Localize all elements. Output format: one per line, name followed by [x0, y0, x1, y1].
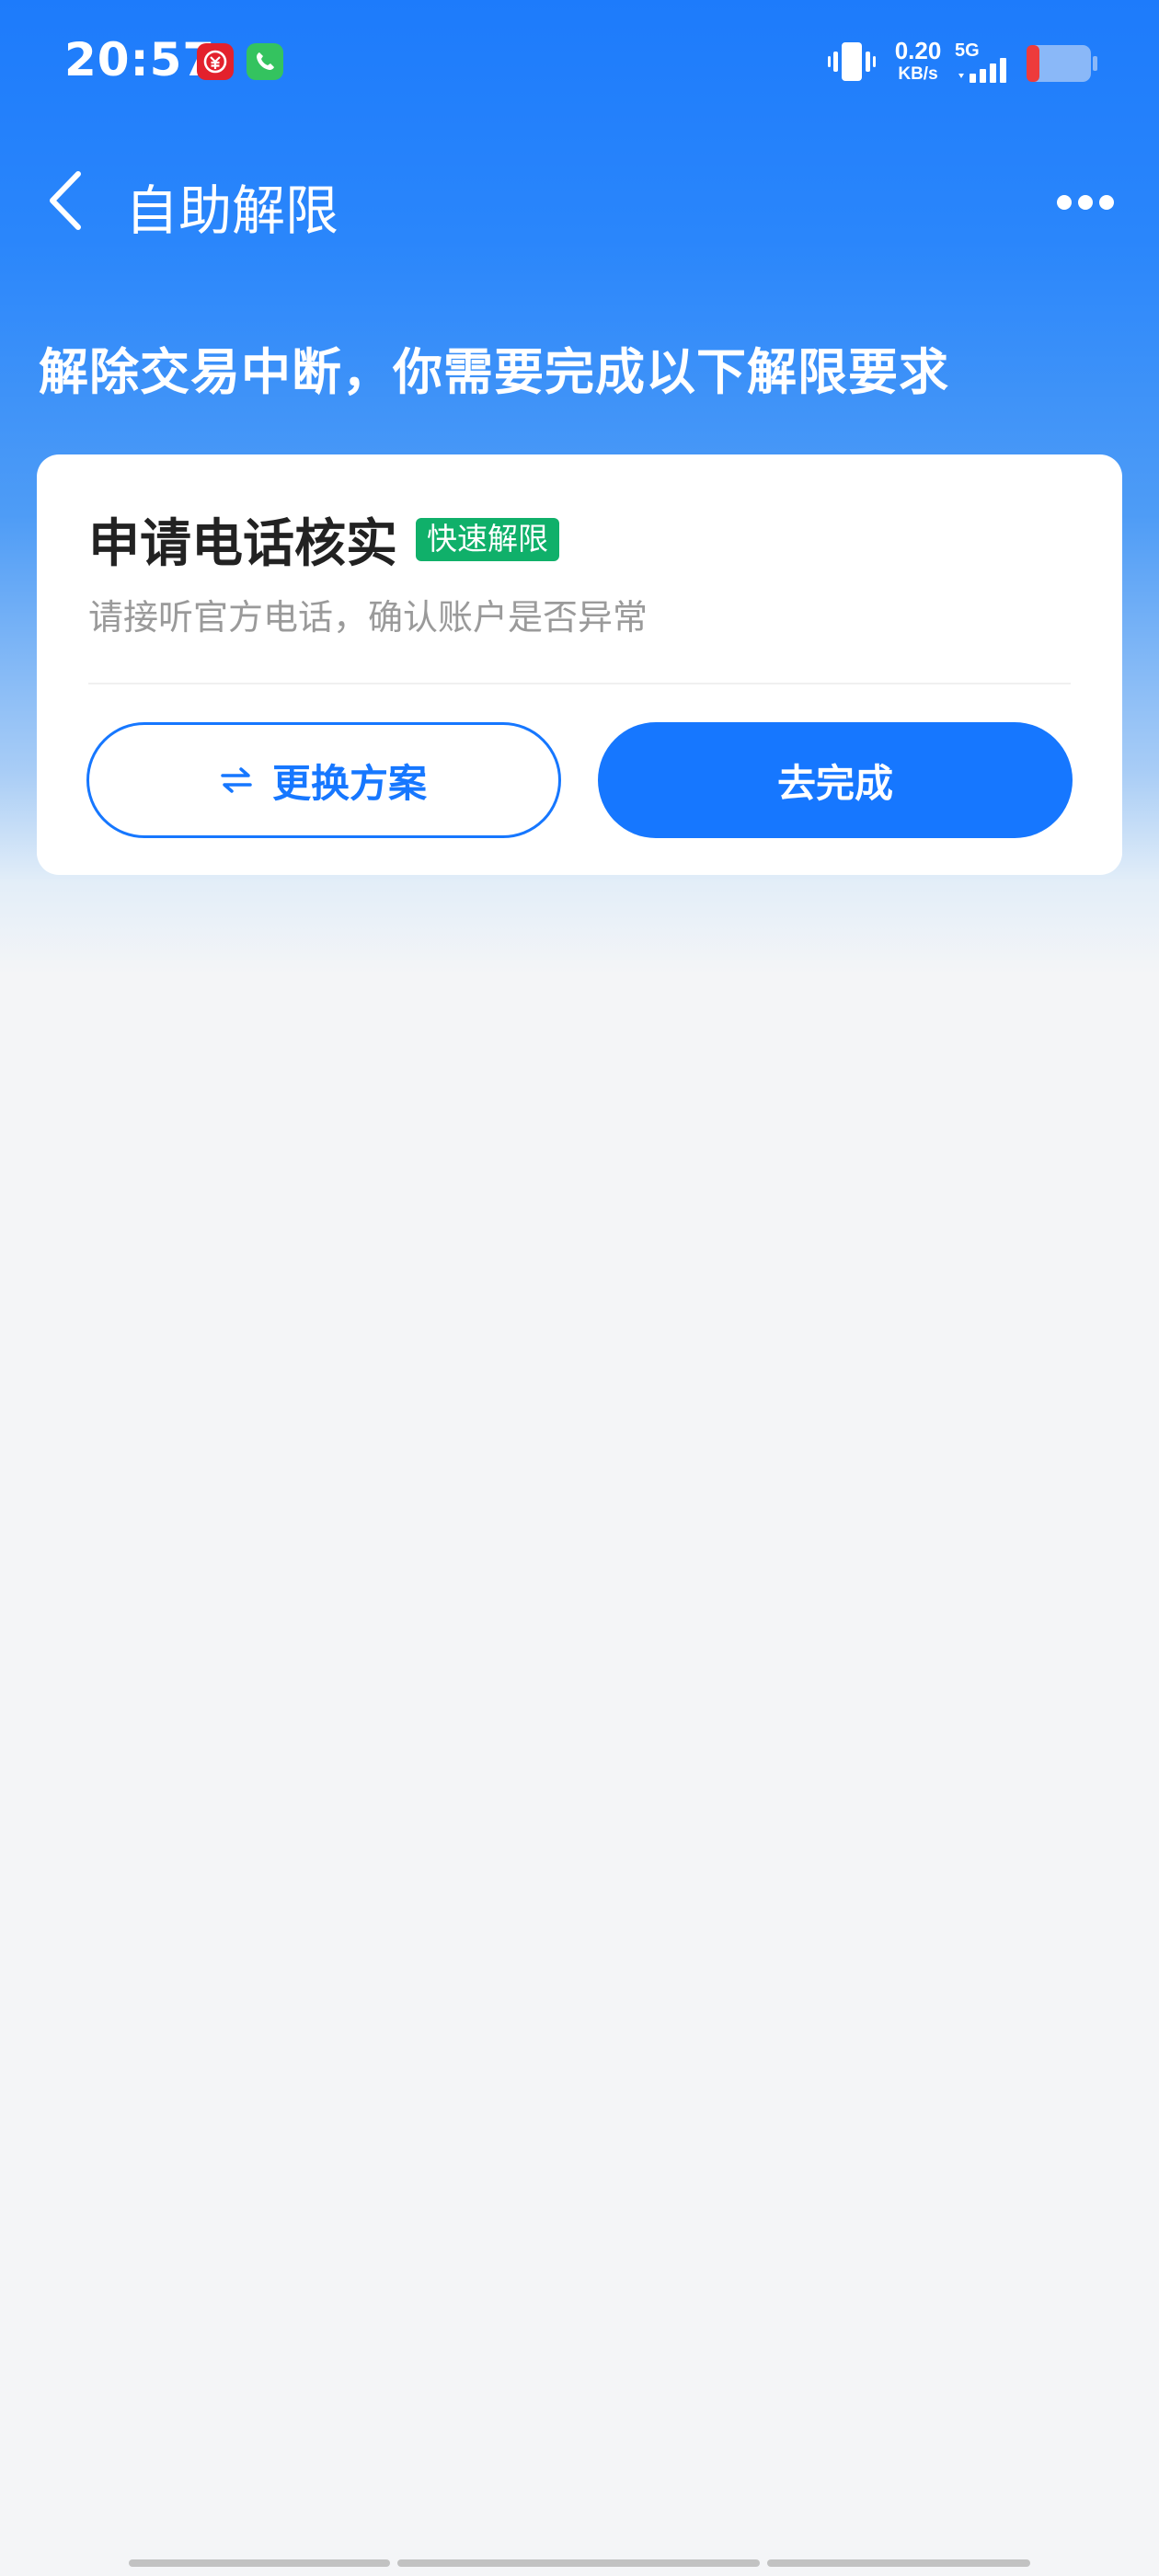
go-complete-button[interactable]: 去完成 [598, 722, 1073, 838]
more-horizontal-icon [1057, 195, 1114, 210]
swap-icon [221, 767, 252, 793]
network-speed-value: 0.20 [894, 37, 942, 64]
verification-card: 申请电话核实 快速解限 请接听官方电话，确认账户是否异常 更换方案 去完成 [37, 454, 1122, 875]
phone-app-icon [247, 43, 283, 80]
gesture-bar-right [767, 2559, 1030, 2567]
card-description: 请接听官方电话，确认账户是否异常 [88, 597, 648, 638]
quick-unlock-badge: 快速解限 [416, 518, 559, 561]
battery-icon [1025, 44, 1098, 86]
requirement-heading: 解除交易中断，你需要完成以下解限要求 [39, 343, 949, 401]
card-title-row: 申请电话核实 快速解限 [88, 502, 559, 577]
status-time: 20:57 [64, 33, 216, 86]
network-speed: 0.20 KB/s [889, 39, 947, 83]
back-button[interactable] [28, 164, 101, 237]
vibrate-icon [828, 40, 876, 86]
card-title: 申请电话核实 [88, 514, 397, 574]
gesture-bar-left [129, 2559, 390, 2567]
nav-bar: 自助解限 [0, 147, 1159, 258]
signal-icon [957, 57, 1017, 86]
page-title: 自助解限 [125, 179, 339, 242]
network-speed-unit: KB/s [898, 64, 938, 84]
change-plan-label: 更换方案 [271, 760, 427, 806]
bank-app-icon [197, 43, 234, 80]
status-bar: 20:57 0.20 KB/s 5G [0, 0, 1159, 129]
gesture-bar-center [397, 2559, 760, 2567]
change-plan-button[interactable]: 更换方案 [86, 722, 561, 838]
more-button[interactable] [1049, 175, 1122, 230]
card-divider [88, 683, 1071, 684]
go-complete-label: 去完成 [776, 760, 893, 806]
chevron-left-icon [50, 171, 81, 230]
